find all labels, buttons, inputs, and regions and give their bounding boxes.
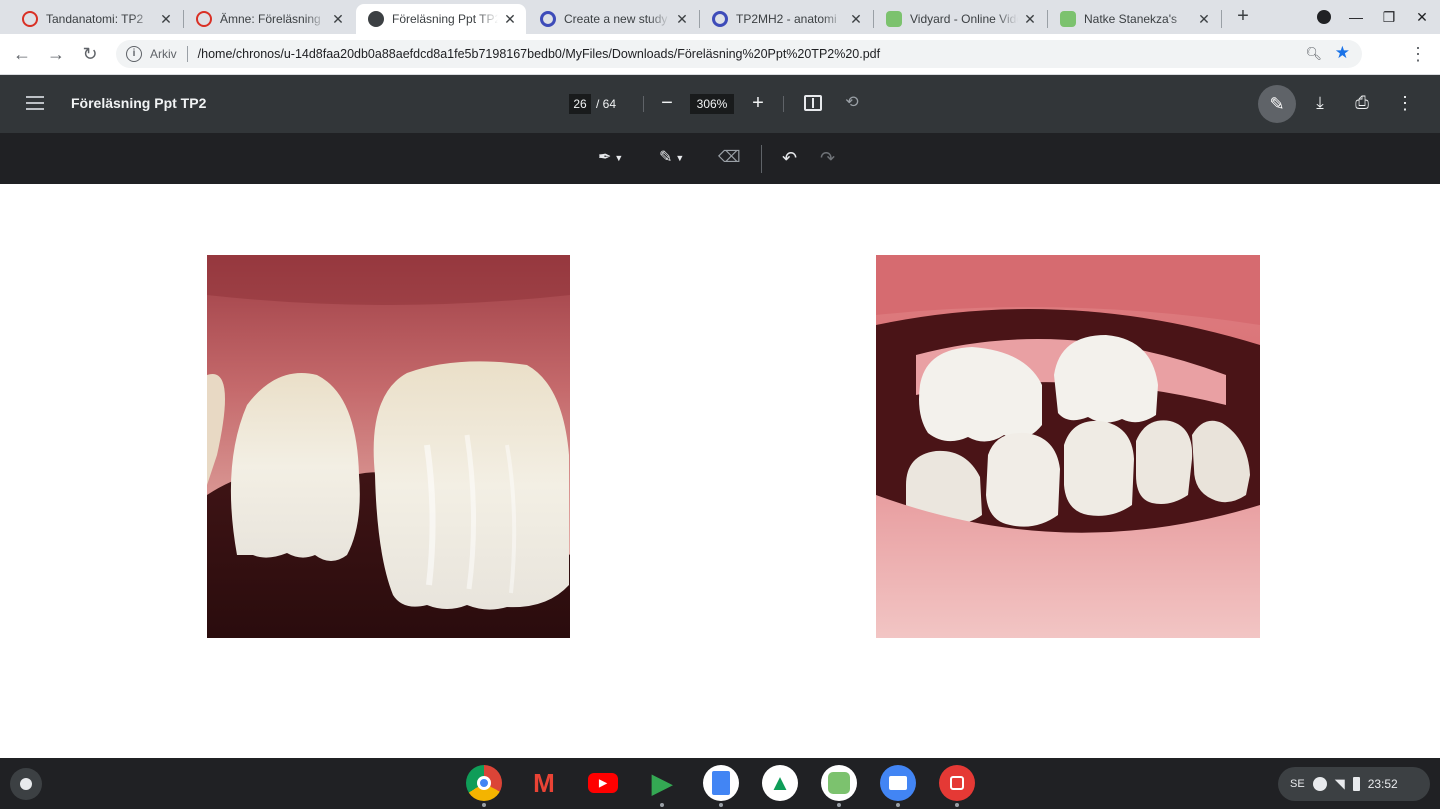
robot-icon	[886, 11, 902, 27]
messages-app-icon[interactable]	[821, 765, 857, 807]
close-tab-icon[interactable]: ✕	[502, 11, 518, 28]
browser-toolbar: ← → ↻ i Arkiv /home/chronos/u-14d8faa20d…	[0, 34, 1440, 75]
new-tab-button[interactable]: +	[1232, 6, 1254, 28]
notification-icon	[1312, 777, 1327, 791]
status-tray[interactable]: SE ◥ 23:52	[1278, 767, 1430, 801]
profile-icon[interactable]	[1315, 8, 1333, 26]
tab-tp2mh2[interactable]: TP2MH2 - anatomi ✕	[700, 4, 872, 34]
toolbar-divider	[643, 96, 644, 112]
reload-icon[interactable]: ↻	[78, 42, 102, 66]
zoom-level-input[interactable]: 306%	[690, 94, 734, 114]
docs-app-icon[interactable]	[703, 765, 739, 807]
tab-amne[interactable]: Ämne: Föreläsning ✕	[184, 4, 354, 34]
files-app-icon[interactable]	[880, 765, 916, 807]
quizlet-icon	[712, 11, 728, 27]
page-total: / 64	[596, 97, 617, 111]
tab-divider	[1221, 10, 1222, 28]
address-bar[interactable]: i Arkiv /home/chronos/u-14d8faa20db0a88a…	[116, 40, 1362, 68]
more-actions-icon[interactable]: ⋮	[1396, 91, 1414, 115]
launcher-icon[interactable]	[10, 768, 42, 800]
close-tab-icon[interactable]: ✕	[848, 11, 864, 28]
zoom-magnifier-icon[interactable]: 🔍︎	[1305, 46, 1322, 62]
toolbar-divider	[783, 96, 784, 112]
minimize-icon[interactable]: —	[1347, 8, 1365, 26]
eraser-tool-icon[interactable]: ⌫	[718, 147, 741, 169]
battery-icon	[1352, 777, 1360, 791]
quizlet-icon	[540, 11, 556, 27]
print-icon[interactable]: ⎙	[1351, 92, 1373, 114]
locale-indicator: SE	[1290, 778, 1305, 790]
tab-title: Create a new study	[564, 12, 668, 26]
sidebar-menu-icon[interactable]	[26, 96, 44, 110]
back-arrow-icon[interactable]: ←	[10, 42, 34, 66]
close-tab-icon[interactable]: ✕	[1022, 11, 1038, 28]
tab-title: TP2MH2 - anatomi	[736, 12, 837, 26]
screencast-app-icon[interactable]	[939, 765, 975, 807]
close-window-icon[interactable]: ✕	[1413, 8, 1431, 26]
document-title: Föreläsning Ppt TP2	[71, 95, 207, 111]
address-divider	[186, 46, 188, 62]
drive-app-icon[interactable]: ▲	[762, 765, 798, 801]
tab-strip: Tandanatomi: TP2 ✕ Ämne: Föreläsning ✕ F…	[0, 0, 1440, 34]
annotate-pen-icon[interactable]: ✎	[1258, 85, 1296, 123]
tab-vidyard[interactable]: Vidyard - Online Video ✕	[874, 4, 1046, 34]
url-text[interactable]: /home/chronos/u-14d8faa20db0a88aefdcd8a1…	[198, 47, 880, 61]
annotation-divider	[761, 145, 762, 173]
redo-icon[interactable]: ↷	[820, 147, 835, 169]
globe-icon	[368, 11, 384, 27]
tab-forelasning-pdf[interactable]: Föreläsning Ppt TP2 ✕	[356, 4, 526, 34]
course-favicon-icon	[196, 11, 212, 27]
tab-title: Ämne: Föreläsning	[220, 12, 321, 26]
robot-icon	[1060, 11, 1076, 27]
wifi-icon: ◥	[1334, 776, 1345, 791]
play-store-app-icon[interactable]: ▶	[644, 765, 680, 807]
info-icon[interactable]: i	[126, 46, 142, 62]
gmail-app-icon[interactable]: M	[526, 765, 562, 801]
course-favicon-icon	[22, 11, 38, 27]
chrome-app-icon[interactable]	[466, 765, 502, 807]
close-tab-icon[interactable]: ✕	[158, 11, 174, 28]
zoom-out-icon[interactable]: −	[657, 92, 677, 116]
annotation-toolbar: ✒ ▼ ✎ ▼ ⌫ ↶ ↷	[0, 133, 1440, 184]
rotate-icon[interactable]: ⟲	[843, 94, 861, 112]
close-tab-icon[interactable]: ✕	[330, 11, 346, 28]
forward-arrow-icon[interactable]: →	[44, 42, 68, 66]
tab-title: Vidyard - Online Video	[910, 12, 1018, 26]
pdf-page	[0, 184, 1440, 758]
restore-icon[interactable]: ❐	[1380, 8, 1398, 26]
undo-icon[interactable]: ↶	[782, 147, 797, 169]
fit-page-icon[interactable]	[804, 95, 822, 111]
clock: 23:52	[1367, 777, 1398, 791]
zoom-in-icon[interactable]: +	[748, 91, 768, 115]
youtube-app-icon[interactable]: ▶	[585, 765, 621, 801]
tab-title: Natke Stanekza's	[1084, 12, 1178, 26]
tab-title: Föreläsning Ppt TP2	[392, 12, 498, 26]
pen-tool-icon[interactable]: ✒ ▼	[598, 147, 623, 169]
download-icon[interactable]: ⤓	[1310, 91, 1330, 115]
highlighter-tool-icon[interactable]: ✎ ▼	[659, 147, 684, 169]
tab-title: Tandanatomi: TP2	[46, 12, 144, 26]
photo-child-teeth	[876, 255, 1260, 638]
browser-menu-icon[interactable]: ⋮	[1409, 42, 1427, 66]
file-scheme-chip: Arkiv	[150, 47, 177, 61]
tab-tandanatomi[interactable]: Tandanatomi: TP2 ✕	[10, 4, 182, 34]
close-tab-icon[interactable]: ✕	[674, 11, 690, 28]
page-number-input[interactable]: 26	[569, 94, 591, 114]
close-tab-icon[interactable]: ✕	[1196, 11, 1212, 28]
tab-create-study[interactable]: Create a new study ✕	[528, 4, 698, 34]
tab-natke[interactable]: Natke Stanekza's ✕	[1048, 4, 1220, 34]
bookmark-star-icon[interactable]: ★	[1335, 43, 1350, 63]
photo-incisors-closeup	[207, 255, 570, 638]
system-shelf: M ▶ ▶ ▲ SE ◥ 23:52	[0, 758, 1440, 809]
pdf-toolbar: Föreläsning Ppt TP2 26 / 64 − 306% + ⟲ ✎…	[0, 75, 1440, 133]
